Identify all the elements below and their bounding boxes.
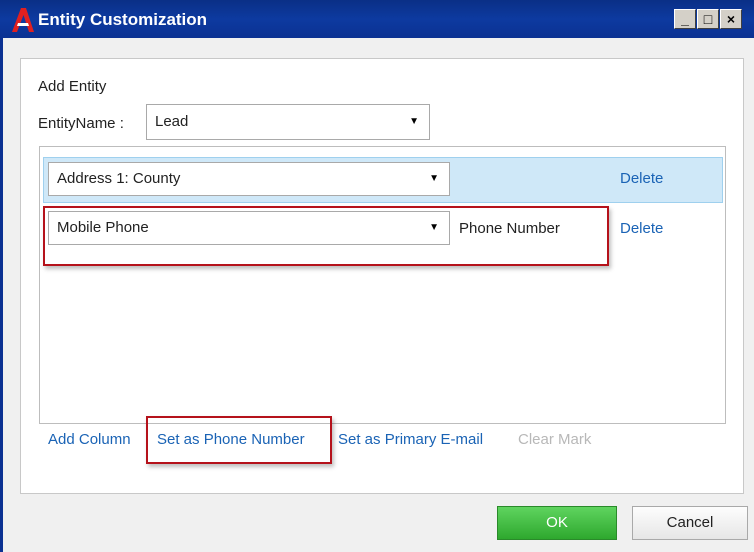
window-title: Entity Customization — [38, 10, 208, 29]
add-entity-label: Add Entity — [38, 78, 107, 95]
entity-name-dropdown[interactable]: Lead ▼ — [146, 104, 430, 140]
entity-customization-dialog: Entity Customization _ □ × Add Entity En… — [0, 0, 754, 552]
add-column-link[interactable]: Add Column — [48, 431, 131, 448]
phone-row-annotation — [43, 206, 609, 266]
window-border — [0, 38, 3, 552]
app-logo-icon — [12, 8, 34, 32]
close-button[interactable]: × — [720, 9, 742, 29]
clear-mark-link[interactable]: Clear Mark — [518, 431, 591, 448]
entity-name-value: Lead — [155, 113, 189, 130]
entity-name-label: EntityName : — [38, 115, 124, 132]
minimize-button[interactable]: _ — [674, 9, 696, 29]
set-phone-annotation — [146, 416, 332, 464]
chevron-down-icon: ▼ — [409, 116, 419, 127]
chevron-down-icon: ▼ — [429, 173, 439, 184]
title-bar: Entity Customization _ □ × — [0, 0, 754, 38]
set-primary-email-link[interactable]: Set as Primary E-mail — [338, 431, 483, 448]
row-1-delete-link[interactable]: Delete — [620, 170, 663, 187]
row-1-field-value: Address 1: County — [57, 170, 181, 187]
maximize-button[interactable]: □ — [697, 9, 719, 29]
ok-button[interactable]: OK — [497, 506, 617, 540]
cancel-button[interactable]: Cancel — [632, 506, 748, 540]
row-2-delete-link[interactable]: Delete — [620, 220, 663, 237]
row-1-field-dropdown[interactable]: Address 1: County ▼ — [48, 162, 450, 196]
